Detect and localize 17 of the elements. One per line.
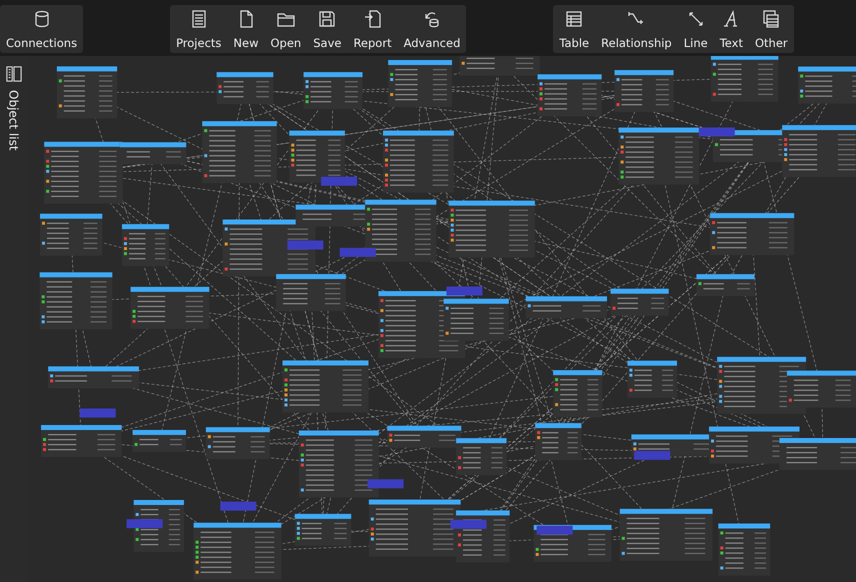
toolbar-button[interactable]: Open [264,5,308,53]
toolbar-button[interactable]: Relationship [595,5,678,53]
toolbar-button[interactable]: Save [307,5,348,53]
toolbar-button[interactable]: Other [748,5,794,53]
toolbar-button[interactable]: Advanced [398,5,466,53]
export-page-icon [362,9,383,29]
table-icon [564,9,584,29]
toolbar-button[interactable]: Projects [170,5,228,53]
toolbar-button[interactable]: Line [678,5,714,53]
toolbar-button[interactable]: Report [347,5,398,53]
toolbar-button[interactable]: Table [553,5,596,53]
toolbar-button[interactable]: Connections [0,5,84,53]
toolbar-button[interactable]: Text [714,5,749,53]
toolbar-button[interactable]: New [227,5,264,53]
panel-toggle-icon[interactable] [6,66,22,82]
stacked-table-icon [761,9,782,29]
object-list-tab[interactable]: Object list [6,90,20,151]
